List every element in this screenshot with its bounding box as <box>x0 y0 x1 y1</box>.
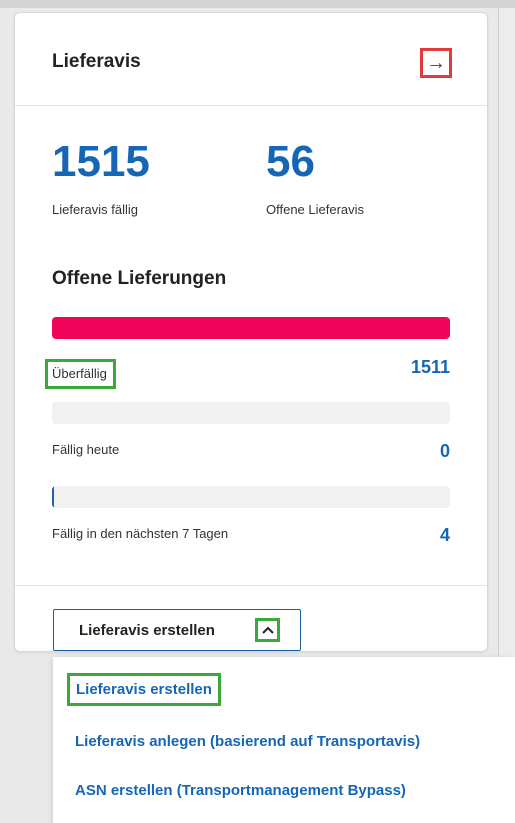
overdue-label: Überfällig <box>52 366 107 381</box>
dropdown-item-create[interactable]: Lieferavis erstellen <box>67 673 221 706</box>
open-deliveries-title: Offene Lieferungen <box>52 268 227 289</box>
kpi-open-label: Offene Lieferavis <box>266 202 365 217</box>
due-week-progress-bar <box>52 486 450 508</box>
footer-divider <box>15 585 487 586</box>
open-details-button[interactable]: → <box>420 48 452 78</box>
lieferavis-card: Lieferavis → 1515 Lieferavis fällig 56 O… <box>14 12 488 652</box>
create-button-label: Lieferavis erstellen <box>79 622 215 639</box>
due-today-progress-bar <box>52 402 450 424</box>
due-week-value: 4 <box>439 525 450 545</box>
chevron-up-icon <box>261 626 274 634</box>
top-background-strip <box>0 0 515 8</box>
due-today-value: 0 <box>439 441 450 461</box>
overdue-bar-fill <box>52 317 450 339</box>
kpi-due-value: 1515 <box>52 137 150 186</box>
card-title: Lieferavis <box>52 51 141 72</box>
create-lieferavis-button[interactable]: Lieferavis erstellen <box>53 609 301 651</box>
dropdown-item-asn-bypass[interactable]: ASN erstellen (Transportmanagement Bypas… <box>75 782 406 799</box>
due-today-label: Fällig heute <box>52 442 120 457</box>
dropdown-item-create-from-transport[interactable]: Lieferavis anlegen (basierend auf Transp… <box>75 733 420 750</box>
dropdown-toggle[interactable] <box>255 618 280 642</box>
due-week-label: Fällig in den nächsten 7 Tagen <box>52 526 229 541</box>
kpi-open-value: 56 <box>266 137 315 186</box>
due-week-bar-fill <box>52 486 54 508</box>
create-options-dropdown: Lieferavis erstellen Lieferavis anlegen … <box>53 657 515 823</box>
overdue-value: 1511 <box>410 357 450 377</box>
overdue-label-highlight: Überfällig <box>45 359 116 389</box>
kpi-due-label: Lieferavis fällig <box>52 202 138 217</box>
overdue-progress-bar <box>52 317 450 339</box>
arrow-right-icon: → <box>426 51 446 74</box>
card-header: Lieferavis → <box>15 13 487 106</box>
